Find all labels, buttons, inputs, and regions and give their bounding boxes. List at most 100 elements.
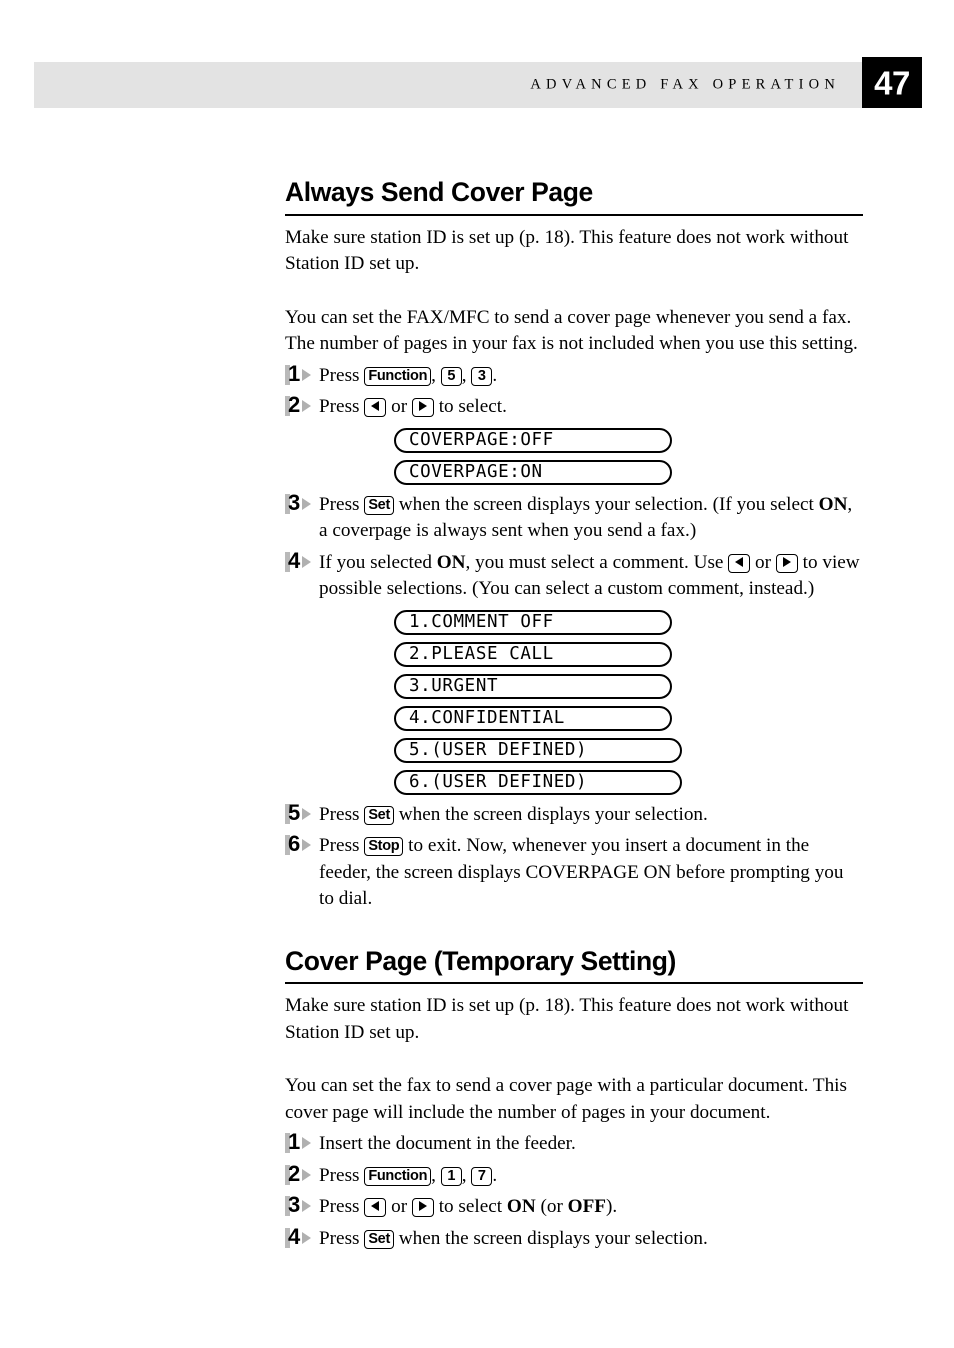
- lcd-display-text: 3.URGENT: [409, 676, 499, 697]
- step-marker-triangle-icon: [302, 1200, 311, 1213]
- step-marker-triangle-icon: [302, 1231, 311, 1244]
- step-item: 2 Press Function, 1, 7.: [285, 1161, 863, 1190]
- step-number-marker: 1: [285, 360, 315, 386]
- emphasis-text: ON: [506, 1196, 536, 1218]
- step-text: Insert the document in the feeder.: [319, 1133, 576, 1155]
- step-number: 4: [288, 1223, 300, 1249]
- key-7-icon: 7: [471, 1166, 493, 1186]
- lcd-display-box: 5.(USER DEFINED): [394, 737, 682, 763]
- right-arrow-key: [411, 398, 434, 418]
- step-text: Press Set when the screen displays your …: [319, 803, 708, 825]
- lcd-display-box: COVERPAGE:ON: [394, 459, 672, 485]
- step-marker-triangle-icon: [302, 368, 311, 381]
- step-number: 5: [288, 799, 300, 825]
- step-list-temporary-setting: 1 Insert the document in the feeder. 2 Pres…: [285, 1129, 863, 1253]
- left-arrow-key: [364, 398, 387, 418]
- key-1-icon: 1: [440, 1166, 462, 1186]
- lcd-display-box: 1.COMMENT OFF: [394, 609, 672, 635]
- step-marker-triangle-icon: [302, 807, 311, 820]
- step-marker-triangle-icon: [302, 1137, 311, 1150]
- step-number-marker: 2: [285, 1161, 315, 1186]
- lcd-display-box: 2.PLEASE CALL: [394, 641, 672, 667]
- section-heading: Always Send Cover Page: [285, 177, 863, 216]
- lcd-group-comments: 1.COMMENT OFF 2.PLEASE CALL 3.URGENT 4.CONF…: [285, 609, 863, 795]
- step-text: Press or to select.: [319, 396, 507, 418]
- step-text: Press or to select ON (or OFF).: [319, 1196, 618, 1218]
- lcd-display-text: 1.COMMENT OFF: [409, 612, 554, 633]
- lcd-group-coverpage-toggle: COVERPAGE:OFF COVERPAGE:ON: [285, 427, 863, 485]
- step-number-marker: 6: [285, 831, 315, 857]
- key-function-icon: Function: [364, 1166, 432, 1186]
- step-item: 4 If you selected ON, you must select a c…: [285, 547, 863, 603]
- running-header-band: ADVANCED FAX OPERATION: [34, 62, 862, 108]
- step-marker-triangle-icon: [302, 497, 311, 510]
- lcd-display-text: 6.(USER DEFINED): [409, 772, 588, 793]
- key-stop-icon: Stop: [364, 837, 404, 857]
- key-set-icon: Set: [364, 1229, 394, 1249]
- step-item: 1 Insert the document in the feeder.: [285, 1129, 863, 1158]
- lcd-display-text: COVERPAGE:ON: [409, 462, 543, 483]
- step-number-marker: 4: [285, 1223, 315, 1249]
- key-set-icon: Set: [364, 495, 394, 515]
- lcd-display-text: 4.CONFIDENTIAL: [409, 708, 565, 729]
- right-arrow-key: [775, 553, 798, 573]
- right-arrow-key: [411, 1198, 434, 1218]
- key-set-icon: Set: [364, 805, 394, 825]
- lcd-display-text: 2.PLEASE CALL: [409, 644, 554, 665]
- step-marker-triangle-icon: [302, 1168, 311, 1181]
- triangle-left-icon: [735, 556, 744, 567]
- step-marker-triangle-icon: [302, 555, 311, 568]
- step-list-always-send-end: 5 Press Set when the screen displays your…: [285, 799, 863, 913]
- lcd-display-text: 5.(USER DEFINED): [409, 740, 588, 761]
- step-item: 5 Press Set when the screen displays your…: [285, 799, 863, 829]
- step-item: 3 Press Set when the screen displays your…: [285, 489, 863, 545]
- key-3-icon: 3: [471, 366, 493, 386]
- step-text: Press Function, 1, 7.: [319, 1164, 498, 1186]
- step-item: 4 Press Set when the screen displays your…: [285, 1223, 863, 1253]
- page-number: 47: [874, 64, 910, 101]
- section-intro-paragraph: Make sure station ID is set up (p. 18). …: [285, 995, 849, 1043]
- lcd-display-box: COVERPAGE:OFF: [394, 427, 672, 453]
- step-item: 3 Press or to select ON (or OFF).: [285, 1192, 863, 1221]
- step-number: 2: [288, 392, 300, 418]
- section-heading: Cover Page (Temporary Setting): [285, 946, 863, 985]
- lcd-display-box: 4.CONFIDENTIAL: [394, 705, 672, 731]
- section-body-paragraph: You can set the FAX/MFC to send a cover …: [285, 306, 858, 355]
- triangle-left-icon: [371, 401, 380, 412]
- step-marker-triangle-icon: [302, 400, 311, 413]
- section-always-send-cover-page: Always Send Cover Page Make sure station…: [285, 177, 863, 913]
- step-list-always-send: 1 Press Function, 5, 3. 2 Press or to selec…: [285, 360, 863, 421]
- triangle-right-icon: [418, 401, 427, 412]
- left-arrow-key: [728, 553, 751, 573]
- lcd-display-box: 3.URGENT: [394, 673, 672, 699]
- triangle-right-icon: [782, 556, 791, 567]
- step-list-always-send-cont: 3 Press Set when the screen displays your…: [285, 489, 863, 603]
- step-item: 1 Press Function, 5, 3.: [285, 360, 863, 390]
- step-number-marker: 3: [285, 1192, 315, 1218]
- step-number-marker: 4: [285, 547, 315, 573]
- step-number: 3: [288, 489, 300, 515]
- step-number-marker: 2: [285, 392, 315, 418]
- left-arrow-key: [364, 1198, 387, 1218]
- step-text: Press Set when the screen displays your …: [319, 1227, 708, 1249]
- step-number: 6: [288, 831, 300, 857]
- step-item: 2 Press or to select.: [285, 392, 863, 421]
- step-number: 1: [288, 360, 300, 386]
- step-number: 4: [288, 547, 300, 573]
- lcd-display-text: COVERPAGE:OFF: [409, 430, 554, 451]
- emphasis-text: ON: [818, 493, 848, 515]
- step-item: 6 Press Stop to exit. Now, whenever you i…: [285, 831, 863, 913]
- triangle-left-icon: [371, 1201, 380, 1212]
- lcd-display-box: 6.(USER DEFINED): [394, 769, 682, 795]
- step-number-marker: 5: [285, 799, 315, 825]
- step-marker-triangle-icon: [302, 839, 311, 852]
- page-content: Always Send Cover Page Make sure station…: [285, 177, 863, 1253]
- section-intro-paragraph: Make sure station ID is set up (p. 18). …: [285, 226, 849, 275]
- step-number-marker: 1: [285, 1129, 315, 1155]
- key-5-icon: 5: [440, 366, 462, 386]
- running-header-title: ADVANCED FAX OPERATION: [530, 76, 840, 93]
- step-number: 1: [288, 1129, 300, 1155]
- section-cover-page-temporary: Cover Page (Temporary Setting) Make sure…: [285, 946, 863, 1253]
- step-number: 3: [288, 1192, 300, 1218]
- step-text: If you selected ON, you must select a co…: [319, 551, 860, 600]
